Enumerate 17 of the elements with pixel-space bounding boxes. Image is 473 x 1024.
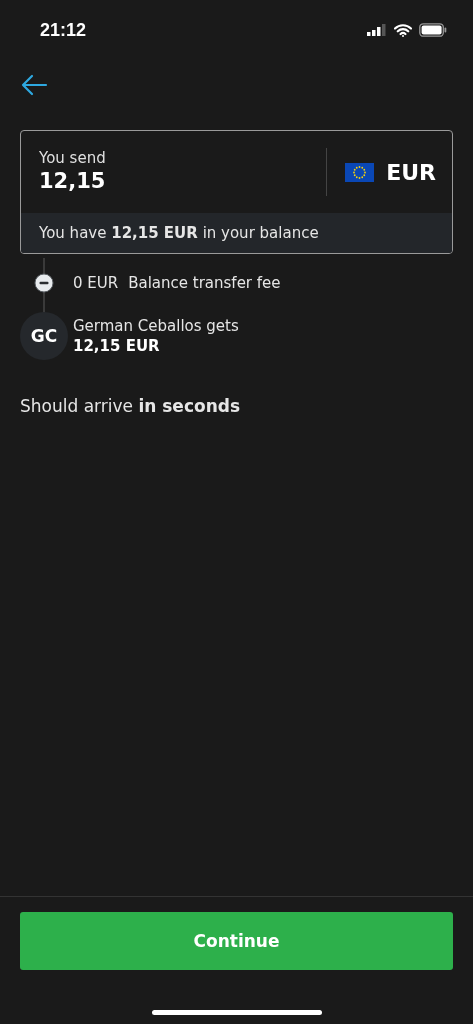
wifi-icon <box>394 23 412 37</box>
balance-note: You have 12,15 EUR in your balance <box>39 224 319 242</box>
fee-amount: 0 EUR <box>73 274 119 292</box>
field-label: You send <box>39 149 107 167</box>
arrival-note: Should arrive in seconds <box>20 396 242 416</box>
recipient-label: German Ceballos gets <box>73 317 239 335</box>
recipient-amount: 12,15 EUR <box>73 337 161 355</box>
back-arrow-icon[interactable] <box>20 74 48 96</box>
amount-input[interactable]: 12,15 <box>39 167 189 195</box>
minus-circle-icon <box>34 273 54 293</box>
recipient-avatar: GC <box>20 312 68 360</box>
currency-selector[interactable]: EUR <box>327 159 452 185</box>
signal-icon <box>367 24 387 36</box>
eu-flag-icon <box>345 162 375 182</box>
status-time: 21:12 <box>40 19 87 41</box>
fee-label: Balance transfer fee <box>128 274 281 292</box>
battery-icon <box>419 23 447 37</box>
